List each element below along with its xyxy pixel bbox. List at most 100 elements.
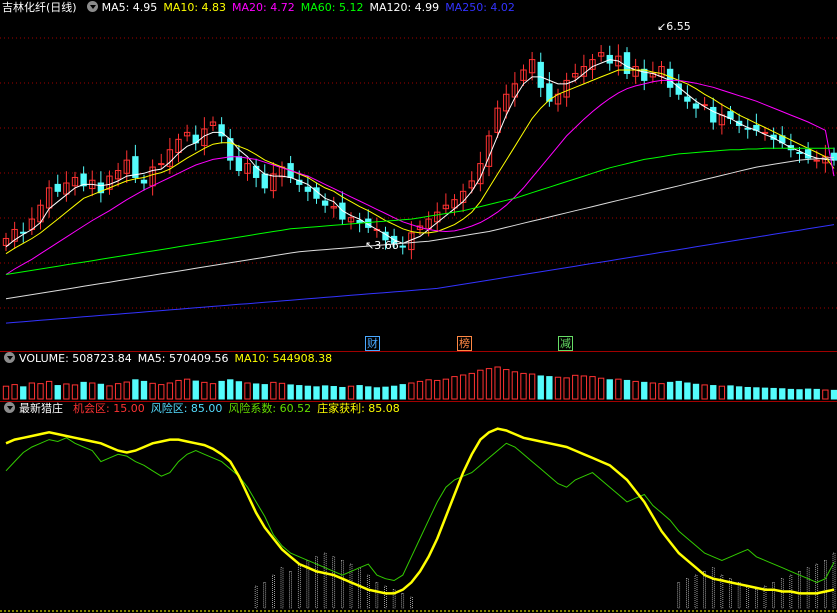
- candle-body: [796, 152, 803, 155]
- candle-body: [140, 179, 148, 184]
- volume-bar: [296, 385, 303, 400]
- volume-bar: [813, 388, 820, 400]
- volume-bar: [261, 384, 268, 400]
- dealer-profit-line: [5, 427, 835, 595]
- volume-bar: [537, 375, 544, 400]
- volume-bar: [365, 386, 372, 400]
- candle-body: [321, 200, 329, 206]
- volume-bar: [597, 377, 605, 400]
- volume-bar: [485, 368, 493, 400]
- indicator-bar: [375, 582, 379, 609]
- indicator-bar: [384, 585, 387, 609]
- volume-bar: [166, 382, 174, 400]
- high-price-label: ↙6.55: [657, 20, 691, 33]
- indicator-value: 庄家获利: 85.08: [317, 402, 400, 415]
- volume-bar: [287, 384, 294, 400]
- indicator-value: MA10: 4.83: [163, 1, 227, 14]
- volume-bar: [416, 380, 424, 400]
- dropdown-icon[interactable]: [86, 1, 98, 12]
- volume-bar: [97, 383, 105, 400]
- dropdown-icon[interactable]: [4, 402, 15, 413]
- volume-bar: [804, 388, 812, 400]
- volume-bar: [252, 383, 260, 400]
- volume-bar: [399, 384, 406, 400]
- volume-bar: [658, 383, 665, 400]
- indicator-bar: [289, 571, 292, 609]
- volume-bar: [11, 384, 18, 400]
- indicator-value: MA250: 4.02: [445, 1, 515, 14]
- candle-body: [684, 96, 691, 102]
- volume-bar: [63, 383, 70, 400]
- volume-bar: [589, 376, 596, 400]
- volume-bar: [710, 385, 717, 400]
- indicator-value: MA60: 5.12: [300, 1, 364, 14]
- indicator-name: 最新猎庄: [19, 402, 63, 415]
- volume-bar: [209, 383, 217, 400]
- candle-body: [235, 156, 243, 172]
- candle-body: [158, 163, 165, 166]
- volume-bar: [477, 369, 484, 400]
- indicator-value: MA120: 4.99: [369, 1, 440, 14]
- volume-bar: [779, 388, 786, 400]
- indicator-bar: [832, 552, 836, 609]
- indicator-bar: [263, 582, 267, 609]
- indicator-bar: [366, 574, 370, 609]
- volume-bar: [442, 378, 450, 400]
- volume-bar: [830, 389, 837, 400]
- volume-bar: [770, 387, 777, 400]
- stock-chart[interactable]: [0, 0, 837, 613]
- indicator-value: 风险区: 85.00: [150, 402, 223, 415]
- indicator-bar: [272, 574, 275, 609]
- indicator-bar: [711, 567, 715, 609]
- volume-bar: [158, 384, 165, 400]
- volume-legend: VOLUME: 508723.84 MA5: 570409.56 MA10: 544…: [0, 351, 344, 367]
- volume-bar: [37, 383, 44, 400]
- volume-bar: [494, 366, 501, 400]
- dropdown-icon[interactable]: [4, 352, 15, 363]
- volume-bar: [227, 379, 234, 400]
- volume-bar: [278, 382, 286, 400]
- candle-body: [830, 152, 837, 161]
- event-marker[interactable]: 财: [365, 336, 380, 351]
- volume-bar: [201, 381, 208, 400]
- volume-bar: [459, 374, 467, 400]
- volume-bar: [718, 385, 726, 400]
- ma60-line: [5, 147, 834, 275]
- volume-bar: [149, 382, 156, 400]
- volume-bar: [434, 379, 441, 400]
- volume-bar: [753, 387, 760, 400]
- volume-bar: [623, 379, 631, 400]
- indicator-bar: [280, 567, 284, 609]
- candle-body: [537, 61, 544, 88]
- volume-bar: [382, 386, 389, 400]
- indicator-bar: [737, 582, 741, 609]
- ma-indicators: MA5: 4.95 MA10: 4.83 MA20: 4.72 MA60: 5.12 M…: [102, 1, 521, 14]
- volume-bar: [761, 387, 769, 400]
- volume-bar: [744, 386, 751, 400]
- volume-bar: [632, 380, 639, 400]
- indicator-bar: [806, 567, 810, 609]
- volume-bar: [339, 386, 346, 400]
- event-marker[interactable]: 减: [558, 336, 573, 351]
- low-price-label: ↖3.66: [365, 239, 399, 252]
- volume-bar: [71, 384, 79, 400]
- volume-bar: [330, 386, 337, 400]
- volume-indicators: VOLUME: 508723.84 MA5: 570409.56 MA10: 544…: [19, 352, 338, 365]
- indicator-bar: [755, 589, 758, 609]
- indicator-value: MA20: 4.72: [232, 1, 295, 14]
- indicator-bar: [677, 582, 681, 609]
- indicator-bar: [297, 563, 301, 609]
- volume-bar: [563, 377, 570, 400]
- event-marker[interactable]: 榜: [457, 336, 472, 351]
- volume-bar: [546, 376, 553, 400]
- indicator-bar: [341, 560, 344, 609]
- indicator-bar: [358, 567, 361, 609]
- volume-bar: [235, 381, 243, 400]
- volume-bar: [192, 380, 199, 400]
- stock-title: 吉林化纤(日线): [2, 1, 77, 14]
- risk-coefficient-line: [5, 437, 835, 583]
- volume-bar: [80, 381, 87, 400]
- volume-bar: [106, 385, 113, 400]
- volume-bar: [572, 374, 579, 400]
- volume-bar: [175, 379, 182, 400]
